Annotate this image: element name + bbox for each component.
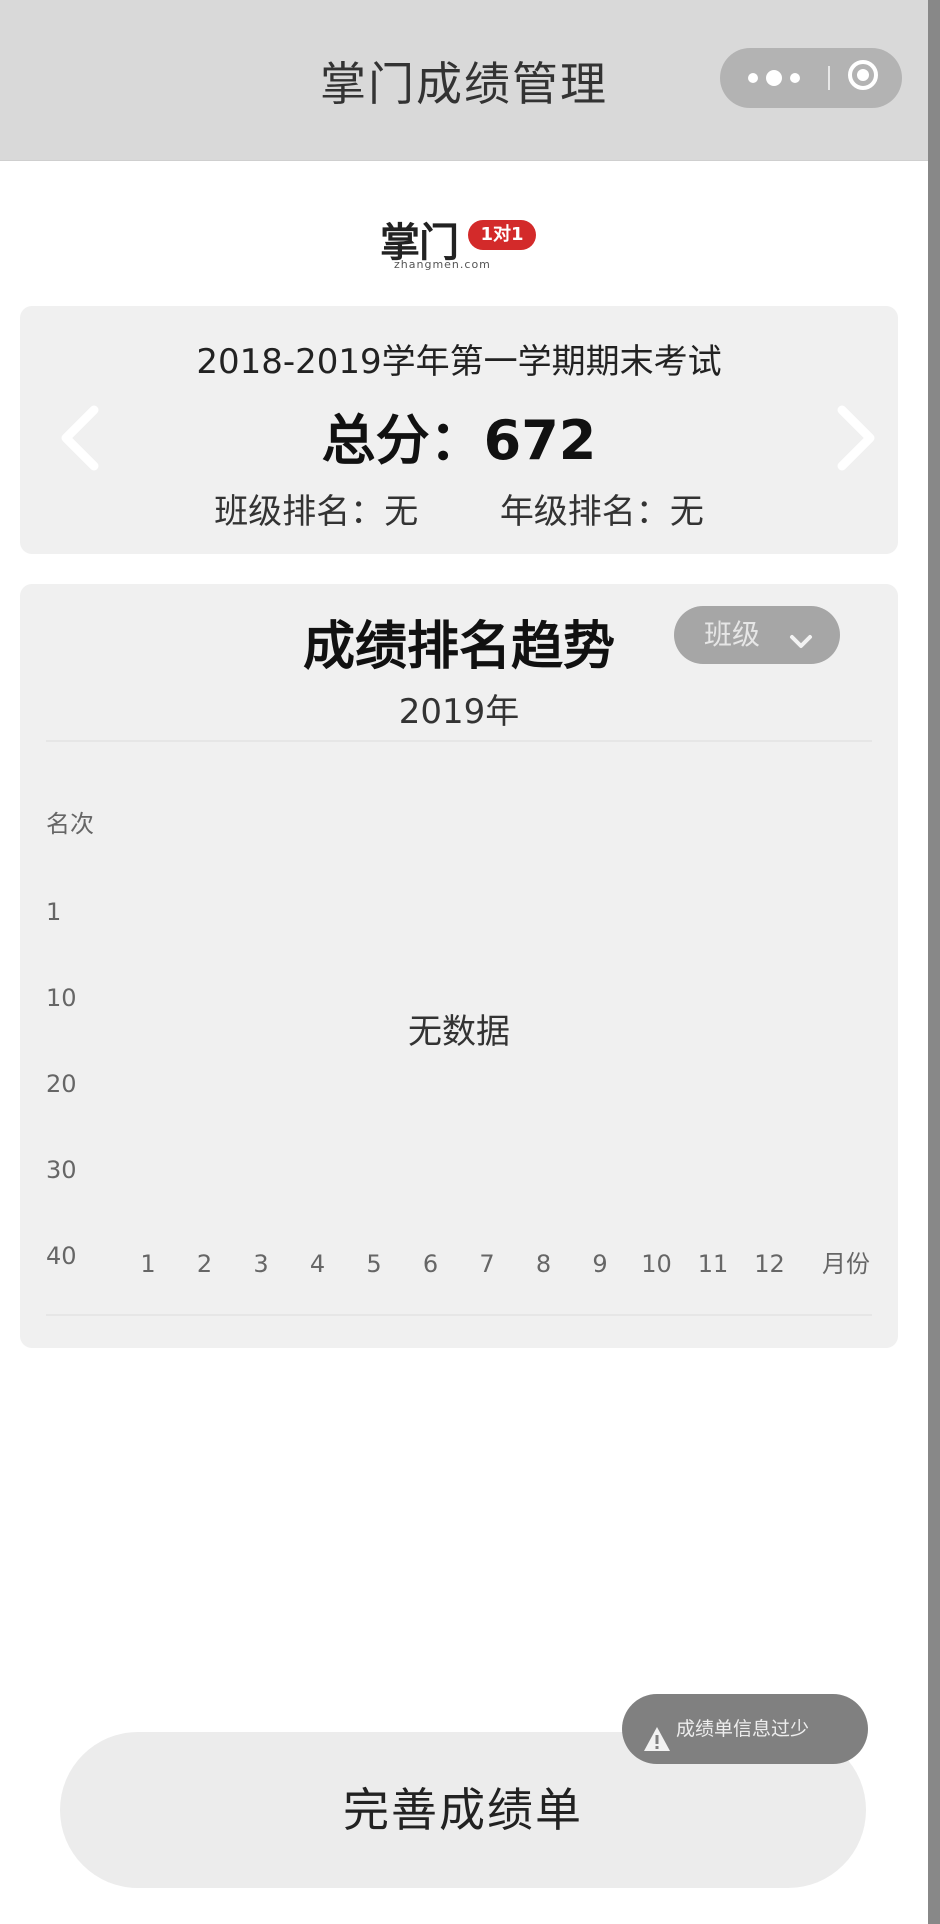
- capsule-divider: [828, 66, 830, 90]
- year-label: 2019年: [398, 692, 520, 732]
- y-tick-label: 1: [46, 898, 61, 926]
- x-tick-label: 7: [479, 1250, 494, 1278]
- x-axis-label: 月份: [822, 1250, 870, 1278]
- hint-text: 成绩单信息过少: [676, 1718, 810, 1740]
- class-rank-value: 无: [384, 492, 419, 532]
- exam-name: 2018-2019学年第一学期期末考试: [196, 342, 722, 382]
- x-tick-label: 4: [310, 1250, 325, 1278]
- trend-card: 成绩排名趋势 班级 2019年 名次 1 10 20 30 40 1 2 3 4 5 6 7 8 9 10 11…: [20, 584, 898, 1348]
- rank-scope-dropdown[interactable]: 班级: [674, 606, 840, 664]
- dropdown-label: 班级: [704, 618, 761, 651]
- logo-sub-text: zhangmen.com: [394, 258, 491, 271]
- x-tick-label: 12: [754, 1250, 785, 1278]
- grade-rank-label: 年级排名：: [499, 492, 670, 532]
- score-card: 2018-2019学年第一学期期末考试 总分：672 班级排名：无 年级排名：无: [20, 306, 898, 554]
- rank-row: 班级排名：无 年级排名：无: [20, 484, 898, 533]
- x-tick-label: 2: [197, 1250, 212, 1278]
- logo-badge: 1对1: [468, 220, 536, 250]
- x-tick-label: 9: [592, 1250, 607, 1278]
- grade-rank-value: 无: [669, 492, 704, 532]
- chevron-down-icon: [786, 618, 816, 648]
- x-tick-label: 5: [366, 1250, 381, 1278]
- nav-header: 掌门成绩管理: [0, 0, 928, 161]
- menu-capsule: [720, 48, 902, 108]
- x-tick-label: 10: [641, 1250, 672, 1278]
- total-label: 总分：: [321, 409, 484, 472]
- x-tick-label: 6: [423, 1250, 438, 1278]
- x-tick-label: 8: [536, 1250, 551, 1278]
- x-tick-label: 11: [698, 1250, 729, 1278]
- chevron-left-icon[interactable]: [50, 398, 110, 478]
- right-edge: [928, 0, 940, 1924]
- close-target-icon[interactable]: [848, 60, 878, 90]
- no-data-text: 无数据: [408, 1012, 510, 1052]
- total-value: 672: [483, 409, 597, 472]
- chevron-right-icon[interactable]: [826, 398, 886, 478]
- chart-bottom-divider: [46, 1314, 872, 1316]
- y-tick-label: 30: [46, 1156, 77, 1184]
- x-tick-label: 1: [140, 1250, 155, 1278]
- class-rank-label: 班级排名：: [214, 492, 385, 532]
- more-dots-icon[interactable]: [748, 68, 806, 88]
- total-score: 总分：672: [20, 396, 898, 475]
- chart-top-divider: [46, 740, 872, 742]
- warning-icon: [642, 1713, 672, 1751]
- brand-logo: 掌门 1对1 zhangmen.com: [380, 210, 540, 272]
- y-tick-label: 20: [46, 1070, 77, 1098]
- hint-pill[interactable]: 成绩单信息过少: [622, 1694, 868, 1764]
- y-axis-label: 名次: [46, 810, 94, 838]
- y-tick-label: 40: [46, 1242, 77, 1270]
- x-tick-label: 3: [253, 1250, 268, 1278]
